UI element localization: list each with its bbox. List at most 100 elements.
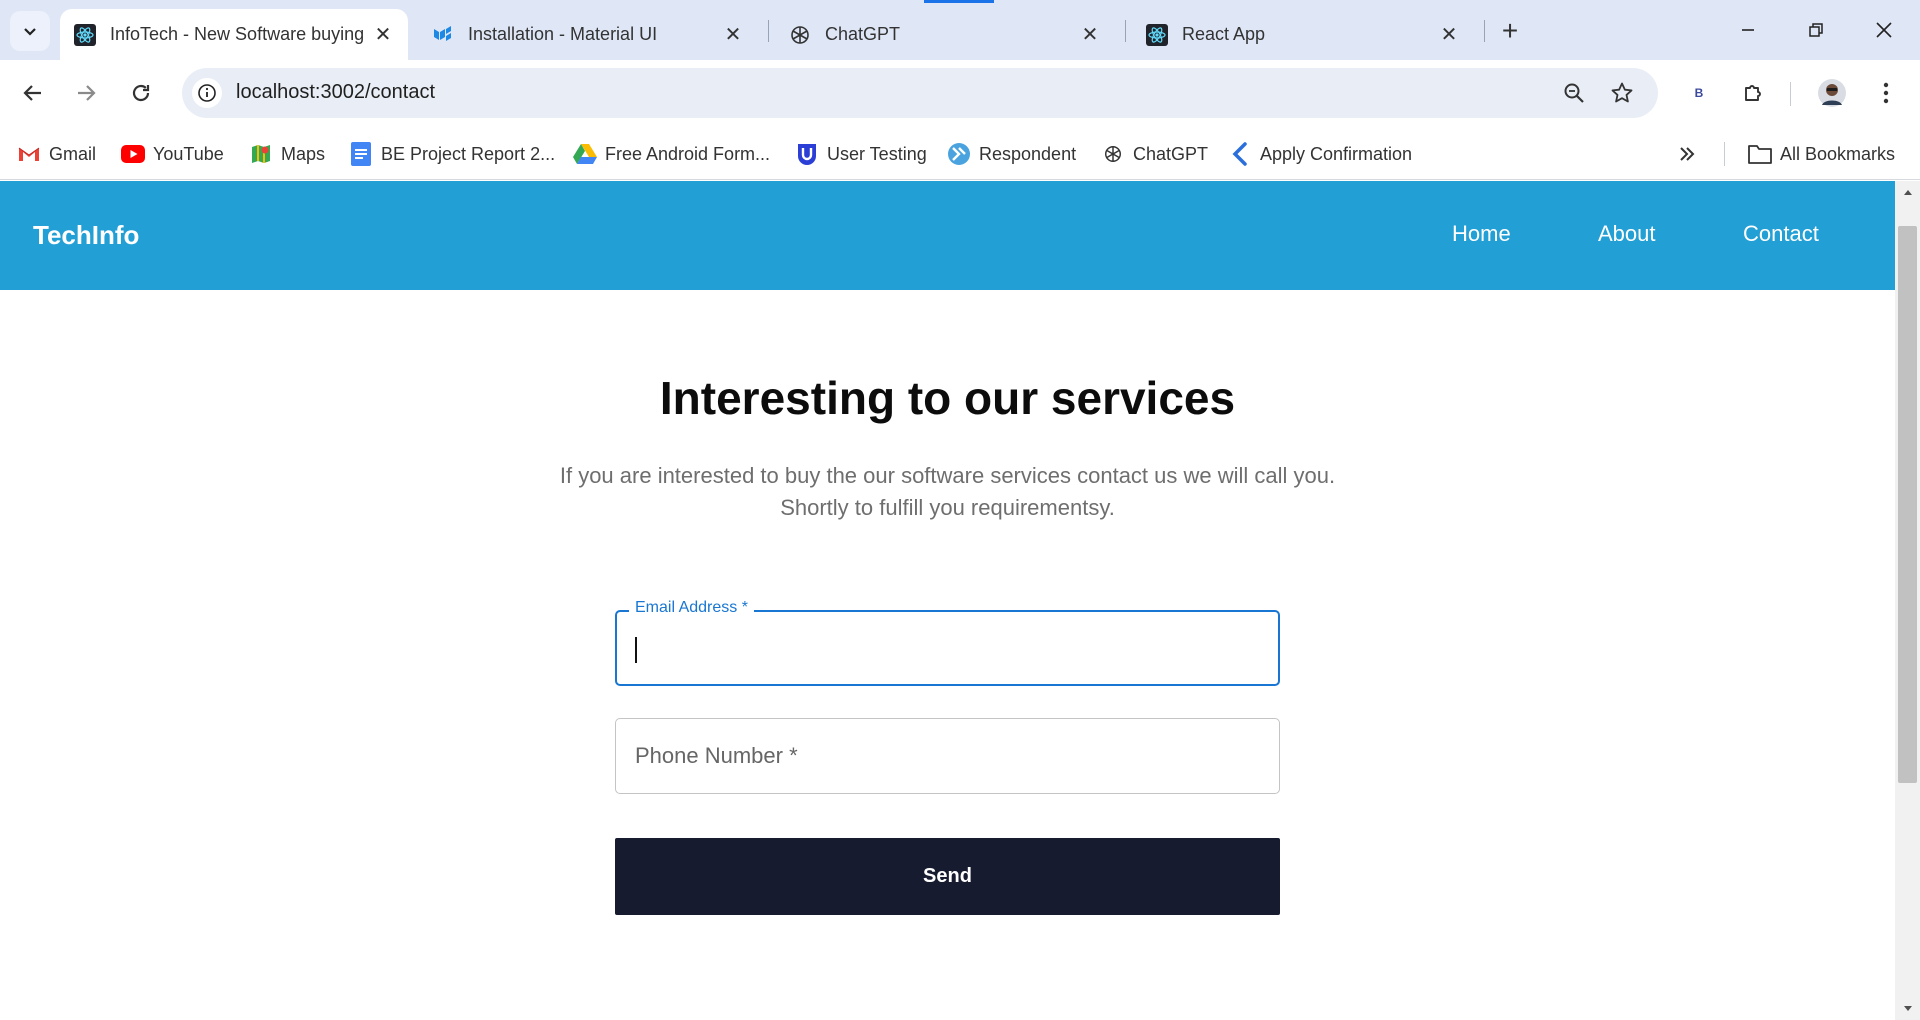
bookmark-label: Free Android Form... bbox=[605, 143, 771, 164]
close-icon bbox=[1876, 22, 1892, 38]
bookmark-label: Apply Confirmation bbox=[1260, 143, 1413, 164]
tab-divider bbox=[1125, 20, 1126, 42]
site-info-icon[interactable] bbox=[192, 78, 222, 108]
youtube-icon bbox=[121, 142, 145, 166]
bookmark-user-testing[interactable]: User Testing bbox=[795, 140, 927, 168]
page-title: Interesting to our services bbox=[659, 372, 1236, 424]
bookmark-label: Gmail bbox=[49, 143, 97, 164]
chatgpt-icon bbox=[1101, 142, 1125, 166]
react-icon bbox=[1146, 23, 1168, 46]
reload-button[interactable] bbox=[121, 73, 161, 113]
description-line-2: Shortly to fulfill you requirementsy. bbox=[780, 495, 1115, 520]
scroll-down-arrow-icon[interactable] bbox=[1895, 998, 1920, 1020]
all-bookmarks-button[interactable]: All Bookmarks bbox=[1748, 140, 1895, 168]
minimize-icon bbox=[1742, 29, 1754, 31]
tab-strip: InfoTech - New Software buying ✕ Install… bbox=[0, 0, 1920, 60]
tab-infotech[interactable]: InfoTech - New Software buying ✕ bbox=[60, 9, 408, 60]
bookmark-label: YouTube bbox=[153, 143, 224, 164]
bookmark-label: Respondent bbox=[979, 143, 1077, 164]
bookmarks-overflow-button[interactable] bbox=[1678, 140, 1696, 168]
chatgpt-icon bbox=[789, 24, 811, 46]
extensions-button[interactable] bbox=[1734, 73, 1774, 113]
bookmark-label: Maps bbox=[281, 143, 326, 164]
bookmark-youtube[interactable]: YouTube bbox=[121, 140, 224, 168]
arrow-right-icon bbox=[78, 85, 96, 101]
extension-b-badge: B bbox=[1694, 86, 1704, 100]
new-tab-button[interactable]: + bbox=[1494, 15, 1526, 47]
scrollbar-thumb[interactable] bbox=[1898, 226, 1917, 783]
tab-divider bbox=[768, 20, 769, 42]
toolbar-divider bbox=[1790, 82, 1791, 106]
page-scrollbar[interactable] bbox=[1895, 181, 1920, 1020]
close-icon[interactable]: ✕ bbox=[1436, 22, 1462, 48]
docs-icon bbox=[349, 142, 373, 166]
page-description: If you are interested to buy the our sof… bbox=[0, 460, 1895, 524]
tab-mui[interactable]: Installation - Material UI ✕ bbox=[418, 9, 758, 60]
maps-icon bbox=[249, 142, 273, 166]
tab-react-app[interactable]: React App ✕ bbox=[1132, 9, 1474, 60]
tab-title: React App bbox=[1182, 24, 1266, 44]
bookmarks-bar: Gmail YouTube Maps BE Project Report 2..… bbox=[0, 128, 1920, 180]
close-icon[interactable]: ✕ bbox=[370, 22, 396, 48]
text-cursor bbox=[635, 637, 637, 663]
site-navbar: TechInfo Home About Contact bbox=[0, 181, 1895, 290]
gmail-icon bbox=[17, 142, 41, 166]
bookmark-be-project[interactable]: BE Project Report 2... bbox=[349, 140, 555, 168]
brand-logo[interactable]: TechInfo bbox=[33, 220, 139, 251]
minimize-button[interactable] bbox=[1728, 12, 1768, 48]
tab-title: ChatGPT bbox=[825, 24, 901, 44]
mui-icon bbox=[432, 24, 454, 46]
phone-field[interactable]: Phone Number * bbox=[615, 718, 1280, 794]
drive-icon bbox=[573, 142, 597, 166]
profile-avatar[interactable] bbox=[1812, 73, 1852, 113]
arrow-left-icon bbox=[23, 85, 41, 101]
respondent-icon bbox=[947, 142, 971, 166]
apply-icon bbox=[1228, 142, 1252, 166]
bookmarks-divider bbox=[1724, 142, 1725, 166]
restore-icon bbox=[1809, 23, 1823, 37]
close-icon[interactable]: ✕ bbox=[720, 22, 746, 48]
puzzle-icon bbox=[1745, 85, 1761, 101]
chevron-double-right-icon bbox=[1680, 147, 1695, 161]
bookmark-respondent[interactable]: Respondent bbox=[947, 140, 1076, 168]
address-bar[interactable]: localhost:3002/contact bbox=[182, 68, 1658, 118]
bookmark-maps[interactable]: Maps bbox=[249, 140, 325, 168]
phone-field-label: Phone Number * bbox=[635, 743, 798, 768]
email-field[interactable]: Email Address * bbox=[615, 599, 1280, 686]
tab-search-button[interactable] bbox=[10, 11, 50, 51]
extension-b-button[interactable]: B bbox=[1679, 73, 1719, 113]
browser-menu-button[interactable] bbox=[1866, 73, 1906, 113]
nav-link-home[interactable]: Home bbox=[1452, 221, 1511, 247]
nav-link-about[interactable]: About bbox=[1598, 221, 1656, 247]
react-icon bbox=[74, 23, 96, 46]
tab-title: InfoTech - New Software buying bbox=[110, 24, 365, 44]
bookmark-chatgpt[interactable]: ChatGPT bbox=[1101, 140, 1208, 168]
zoom-icon[interactable] bbox=[1559, 78, 1589, 108]
bookmark-apply-confirmation[interactable]: Apply Confirmation bbox=[1228, 140, 1412, 168]
bookmark-label: User Testing bbox=[827, 143, 927, 164]
tab-divider bbox=[1484, 20, 1485, 42]
more-vertical-icon bbox=[1883, 82, 1889, 104]
page-viewport: TechInfo Home About Contact Interesting … bbox=[0, 181, 1895, 1020]
forward-button[interactable] bbox=[66, 73, 106, 113]
restore-button[interactable] bbox=[1796, 12, 1836, 48]
back-button[interactable] bbox=[13, 73, 53, 113]
browser-toolbar: localhost:3002/contact B bbox=[0, 60, 1920, 128]
tab-chatgpt[interactable]: ChatGPT ✕ bbox=[775, 9, 1115, 60]
description-line-1: If you are interested to buy the our sof… bbox=[559, 463, 1336, 488]
window-close-button[interactable] bbox=[1864, 12, 1904, 48]
folder-icon bbox=[1748, 142, 1772, 166]
tab-title: Installation - Material UI bbox=[468, 24, 658, 44]
bookmark-gmail[interactable]: Gmail bbox=[17, 140, 96, 168]
reload-icon bbox=[132, 84, 150, 102]
avatar-icon bbox=[1818, 79, 1846, 107]
url-text[interactable]: localhost:3002/contact bbox=[236, 81, 435, 104]
all-bookmarks-label: All Bookmarks bbox=[1780, 143, 1896, 164]
send-button[interactable]: Send bbox=[615, 838, 1280, 915]
nav-link-contact[interactable]: Contact bbox=[1743, 221, 1819, 247]
bookmark-android-form[interactable]: Free Android Form... bbox=[573, 140, 770, 168]
tab-loading-accent bbox=[924, 0, 994, 3]
scroll-up-arrow-icon[interactable] bbox=[1895, 181, 1920, 203]
bookmark-star-icon[interactable] bbox=[1607, 78, 1637, 108]
close-icon[interactable]: ✕ bbox=[1077, 22, 1103, 48]
